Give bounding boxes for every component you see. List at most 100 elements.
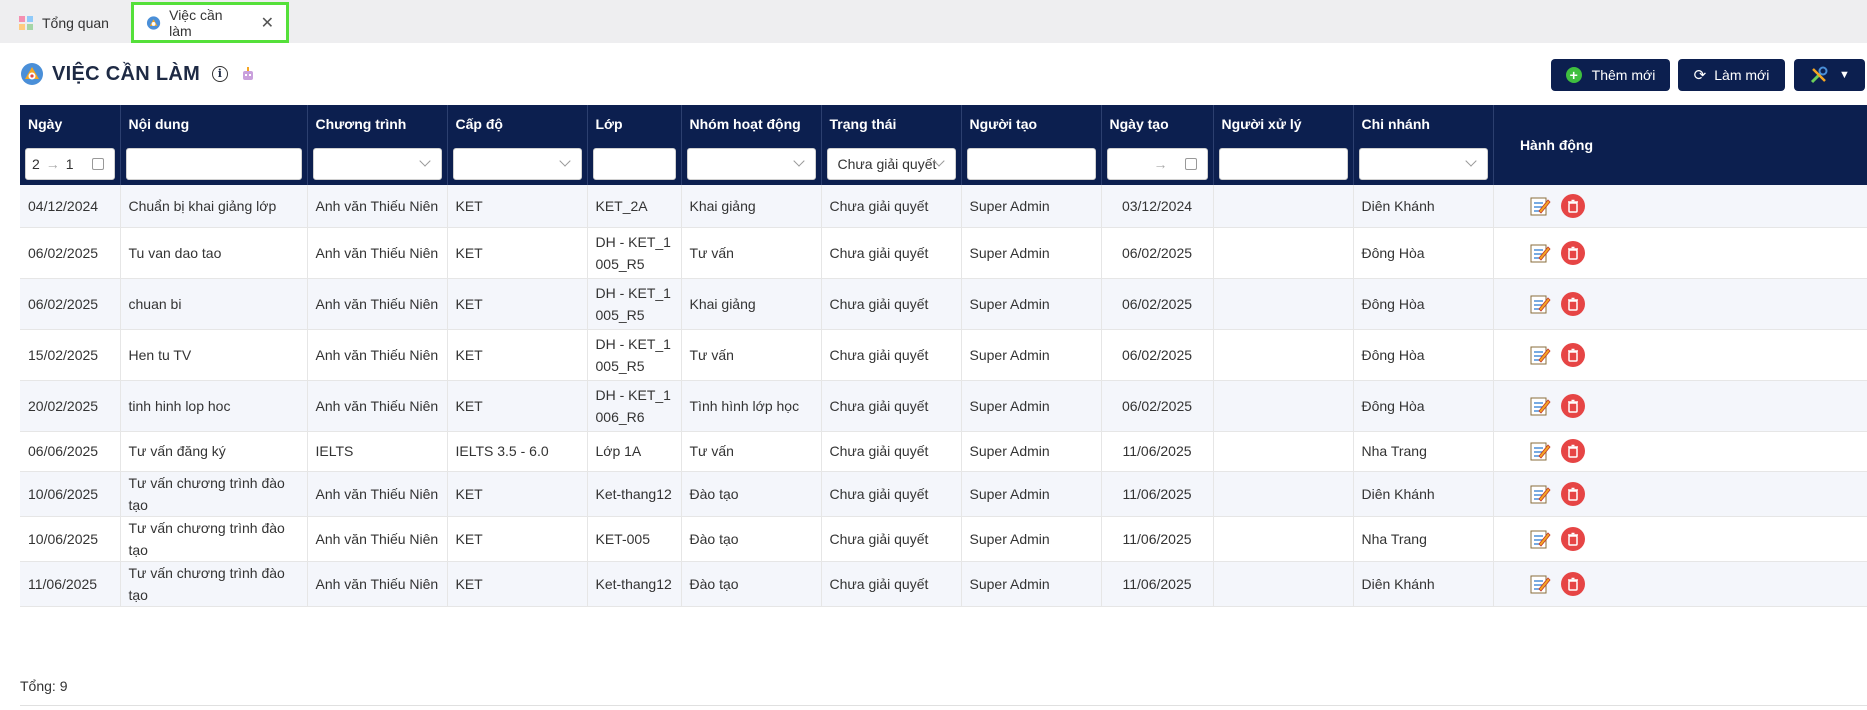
edit-icon[interactable] bbox=[1529, 440, 1551, 462]
trash-icon bbox=[1567, 577, 1578, 591]
col-status[interactable]: Trạng thái bbox=[821, 105, 962, 143]
filter-created-range[interactable]: → bbox=[1106, 148, 1208, 180]
delete-button[interactable] bbox=[1560, 526, 1585, 551]
table-row[interactable]: 10/06/2025 Tư vấn chương trình đào tạo Anh… bbox=[20, 471, 1867, 517]
cell-content: Tư vấn chương trình đào tạo bbox=[120, 471, 308, 517]
filter-date-from[interactable]: 2 bbox=[32, 156, 40, 172]
info-icon[interactable]: i bbox=[212, 66, 229, 82]
dashboard-icon bbox=[19, 16, 33, 30]
edit-icon[interactable] bbox=[1529, 395, 1551, 417]
total-count: Tổng: 9 bbox=[20, 678, 68, 694]
edit-icon[interactable] bbox=[1529, 483, 1551, 505]
cell-created-date: 11/06/2025 bbox=[1101, 561, 1214, 607]
filter-branch-select[interactable] bbox=[1358, 148, 1488, 180]
edit-icon[interactable] bbox=[1529, 528, 1551, 550]
filter-date-range[interactable]: 2 → 1 bbox=[25, 148, 115, 180]
row-actions bbox=[1502, 342, 1612, 367]
tools-dropdown-button[interactable]: ▼ bbox=[1794, 59, 1865, 91]
filter-program-select[interactable] bbox=[312, 148, 442, 180]
cell-level: KET bbox=[447, 561, 588, 607]
filter-level-select[interactable] bbox=[452, 148, 582, 180]
delete-button[interactable] bbox=[1560, 571, 1585, 596]
cell-creator: Super Admin bbox=[961, 380, 1102, 432]
cell-level: KET bbox=[447, 278, 588, 330]
delete-button[interactable] bbox=[1560, 439, 1585, 463]
row-actions bbox=[1502, 481, 1612, 506]
cell-class-line: 005_R5 bbox=[595, 306, 645, 323]
cell-class-line: 006_R6 bbox=[595, 408, 645, 425]
col-content[interactable]: Nội dung bbox=[120, 105, 308, 143]
cell-program: Anh văn Thiếu Niên bbox=[307, 561, 448, 607]
col-handler[interactable]: Người xử lý bbox=[1213, 105, 1354, 143]
cell-status: Chưa giải quyết bbox=[821, 380, 962, 432]
table-body: 04/12/2024 Chuẩn bị khai giảng lớp Anh văn… bbox=[20, 185, 1867, 607]
col-class[interactable]: Lớp bbox=[587, 105, 682, 143]
cell-activity-group: Tư vấn bbox=[681, 431, 822, 472]
col-program[interactable]: Chương trình bbox=[307, 105, 448, 143]
col-branch[interactable]: Chi nhánh bbox=[1353, 105, 1494, 143]
cell-date: 20/02/2025 bbox=[20, 380, 121, 432]
col-level[interactable]: Cấp độ bbox=[447, 105, 588, 143]
cell-actions bbox=[1493, 516, 1867, 562]
filter-level-cell bbox=[447, 143, 588, 185]
cell-program: Anh văn Thiếu Niên bbox=[307, 227, 448, 279]
delete-button[interactable] bbox=[1560, 240, 1585, 265]
todo-icon bbox=[146, 15, 161, 30]
todo-table: Ngày Nội dung Chương trình Cấp độ Lớp Nh… bbox=[20, 105, 1867, 607]
cell-creator: Super Admin bbox=[961, 561, 1102, 607]
cell-program: Anh văn Thiếu Niên bbox=[307, 278, 448, 330]
filter-branch-cell bbox=[1353, 143, 1494, 185]
table-row[interactable]: 15/02/2025 Hen tu TV Anh văn Thiếu Niên KET… bbox=[20, 329, 1867, 381]
cell-creator: Super Admin bbox=[961, 329, 1102, 381]
col-creator[interactable]: Người tạo bbox=[961, 105, 1102, 143]
table-row[interactable]: 06/02/2025 chuan bi Anh văn Thiếu Niên KET D… bbox=[20, 278, 1867, 330]
cell-level: KET bbox=[447, 516, 588, 562]
filter-class-input[interactable] bbox=[592, 148, 676, 180]
trash-icon bbox=[1567, 348, 1578, 362]
filter-content-input[interactable] bbox=[125, 148, 302, 180]
filter-status-select[interactable]: Chưa giải quyết bbox=[826, 148, 956, 180]
cell-class-line: KET_2A bbox=[595, 197, 648, 214]
todo-icon bbox=[21, 63, 43, 85]
add-new-button[interactable]: + Thêm mới bbox=[1551, 59, 1670, 91]
cell-actions bbox=[1493, 329, 1867, 381]
col-activity-group[interactable]: Nhóm hoạt động bbox=[681, 105, 822, 143]
tab-todo[interactable]: Việc cần làm ✕ bbox=[131, 2, 289, 43]
filter-group-select[interactable] bbox=[686, 148, 816, 180]
filter-program-cell bbox=[307, 143, 448, 185]
edit-icon[interactable] bbox=[1529, 242, 1551, 264]
table-row[interactable]: 20/02/2025 tinh hinh lop hoc Anh văn Thiếu… bbox=[20, 380, 1867, 432]
filter-date-to[interactable]: 1 bbox=[66, 156, 74, 172]
refresh-button[interactable]: ⟳ Làm mới bbox=[1678, 59, 1785, 91]
filter-handler-input[interactable] bbox=[1218, 148, 1348, 180]
cell-actions bbox=[1493, 227, 1867, 279]
robot-icon[interactable] bbox=[240, 66, 256, 82]
delete-button[interactable] bbox=[1560, 342, 1585, 367]
edit-icon[interactable] bbox=[1529, 293, 1551, 315]
filter-created-cell: → bbox=[1101, 143, 1214, 185]
table-row[interactable]: 11/06/2025 Tư vấn chương trình đào tạo Anh… bbox=[20, 561, 1867, 607]
cell-creator: Super Admin bbox=[961, 278, 1102, 330]
tab-overview[interactable]: Tổng quan bbox=[6, 4, 121, 42]
delete-button[interactable] bbox=[1560, 291, 1585, 316]
delete-button[interactable] bbox=[1560, 481, 1585, 506]
cell-content: Tư vấn chương trình đào tạo bbox=[120, 561, 308, 607]
table-row[interactable]: 04/12/2024 Chuẩn bị khai giảng lớp Anh văn… bbox=[20, 185, 1867, 228]
edit-icon[interactable] bbox=[1529, 573, 1551, 595]
table-row[interactable]: 06/06/2025 Tư vấn đăng ký IELTS IELTS 3.5 -… bbox=[20, 431, 1867, 472]
close-icon[interactable]: ✕ bbox=[261, 13, 274, 33]
table-row[interactable]: 10/06/2025 Tư vấn chương trình đào tạo Anh… bbox=[20, 516, 1867, 562]
filter-creator-input[interactable] bbox=[966, 148, 1096, 180]
edit-icon[interactable] bbox=[1529, 344, 1551, 366]
page-header: VIỆC CẦN LÀM i bbox=[20, 60, 256, 88]
edit-icon[interactable] bbox=[1529, 195, 1551, 217]
col-created-date[interactable]: Ngày tạo bbox=[1101, 105, 1214, 143]
table-row[interactable]: 06/02/2025 Tu van dao tao Anh văn Thiếu Ni… bbox=[20, 227, 1867, 279]
cell-class-line: 005_R5 bbox=[595, 357, 645, 374]
col-date[interactable]: Ngày bbox=[20, 105, 121, 143]
cell-class-line: Ket-thang12 bbox=[595, 575, 672, 592]
cell-class: Ket-thang12 bbox=[587, 561, 682, 607]
delete-button[interactable] bbox=[1560, 393, 1585, 418]
cell-content: Hen tu TV bbox=[120, 329, 308, 381]
delete-button[interactable] bbox=[1560, 193, 1585, 218]
